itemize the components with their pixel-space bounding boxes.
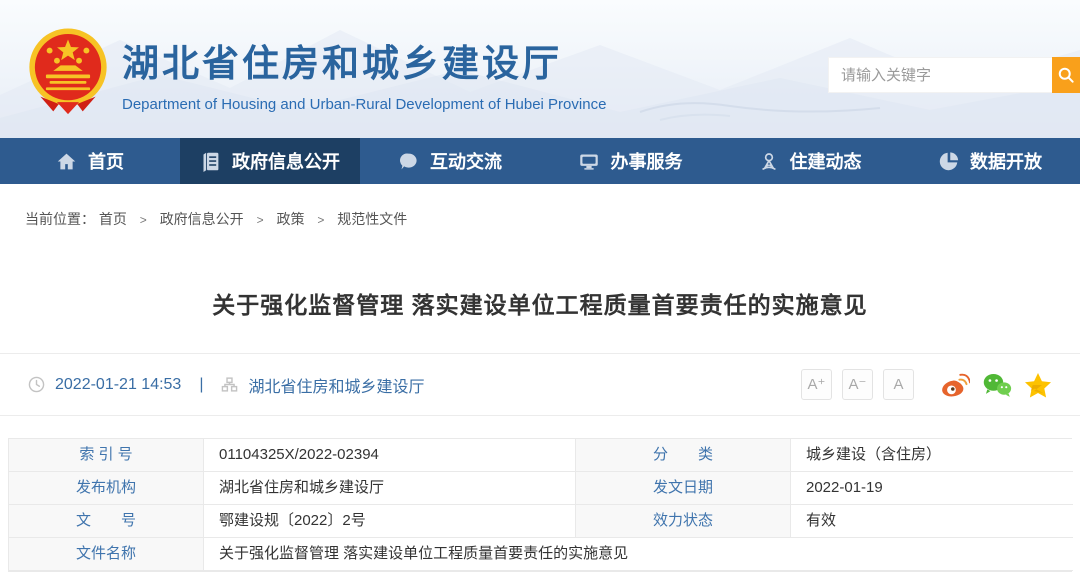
article-title: 关于强化监督管理 落实建设单位工程质量首要责任的实施意见 xyxy=(0,286,1080,320)
qzone-icon[interactable] xyxy=(1024,372,1052,398)
nav-item-label: 首页 xyxy=(88,148,124,174)
nav-item-interaction[interactable]: 互动交流 xyxy=(360,138,540,184)
field-label-index-number: 索 引 号 xyxy=(9,439,204,472)
field-label-doc-title: 文件名称 xyxy=(9,538,204,571)
field-label-category: 分 类 xyxy=(576,439,791,472)
nav-item-gov-info[interactable]: 政府信息公开 xyxy=(180,138,360,184)
pie-chart-icon xyxy=(938,151,959,172)
china-national-emblem xyxy=(22,23,114,115)
weibo-icon[interactable] xyxy=(940,372,970,398)
document-metadata-table: 索 引 号 01104325X/2022-02394 分 类 城乡建设（含住房）… xyxy=(8,438,1072,572)
nav-item-label: 互动交流 xyxy=(430,148,502,174)
field-label-validity-status: 效力状态 xyxy=(576,505,791,538)
nav-item-label: 数据开放 xyxy=(970,148,1042,174)
site-search xyxy=(828,57,1080,93)
breadcrumb-separator: > xyxy=(140,213,147,227)
field-value-doc-number: 鄂建设规〔2022〕2号 xyxy=(204,505,576,538)
site-header: 湖北省住房和城乡建设厅 Department of Housing and Ur… xyxy=(0,0,1080,138)
breadcrumb: 当前位置： 首页 > 政府信息公开 > 政策 > 规范性文件 xyxy=(0,184,1080,229)
main-nav: 首页 政府信息公开 互动交流 办事服务 住建动态 数据开放 xyxy=(0,138,1080,184)
nav-item-open-data[interactable]: 数据开放 xyxy=(900,138,1080,184)
monitor-icon xyxy=(578,151,600,172)
field-label-issuing-agency: 发布机构 xyxy=(9,472,204,505)
breadcrumb-item-gov-info[interactable]: 政府信息公开 xyxy=(160,211,244,227)
field-value-index-number: 01104325X/2022-02394 xyxy=(204,439,576,472)
field-value-doc-title: 关于强化监督管理 落实建设单位工程质量首要责任的实施意见 xyxy=(204,538,1073,571)
breadcrumb-item-normative-docs[interactable]: 规范性文件 xyxy=(337,211,407,227)
nav-item-label: 办事服务 xyxy=(611,148,683,174)
field-value-category: 城乡建设（含住房） xyxy=(791,439,1073,472)
field-value-issue-date: 2022-01-19 xyxy=(791,472,1073,505)
wechat-icon[interactable] xyxy=(982,372,1012,398)
breadcrumb-prefix: 当前位置： xyxy=(25,211,95,227)
home-icon xyxy=(56,151,77,172)
nav-item-news[interactable]: 住建动态 xyxy=(720,138,900,184)
breadcrumb-separator: > xyxy=(317,213,324,227)
breadcrumb-item-policy[interactable]: 政策 xyxy=(276,211,304,227)
font-decrease-button[interactable]: A⁻ xyxy=(842,369,873,400)
person-badge-icon xyxy=(759,151,779,172)
chat-bubble-icon xyxy=(398,151,419,172)
nav-item-label: 政府信息公开 xyxy=(232,148,340,174)
field-value-validity-status: 有效 xyxy=(791,505,1073,538)
font-increase-button[interactable]: A⁺ xyxy=(801,369,832,400)
meta-divider: | xyxy=(199,376,203,394)
publish-time: 2022-01-21 14:53 xyxy=(55,376,181,394)
breadcrumb-item-home[interactable]: 首页 xyxy=(99,211,127,227)
breadcrumb-separator: > xyxy=(257,213,264,227)
clock-icon xyxy=(28,376,45,393)
site-subtitle: Department of Housing and Urban-Rural De… xyxy=(122,96,606,113)
nav-item-services[interactable]: 办事服务 xyxy=(540,138,720,184)
field-label-issue-date: 发文日期 xyxy=(576,472,791,505)
field-value-issuing-agency: 湖北省住房和城乡建设厅 xyxy=(204,472,576,505)
font-reset-button[interactable]: A xyxy=(883,369,914,400)
article-source[interactable]: 湖北省住房和城乡建设厅 xyxy=(248,373,424,397)
search-button[interactable] xyxy=(1052,57,1080,93)
field-label-doc-number: 文 号 xyxy=(9,505,204,538)
nav-item-home[interactable]: 首页 xyxy=(0,138,180,184)
source-org-icon xyxy=(221,376,238,393)
article-meta-bar: 2022-01-21 14:53 | 湖北省住房和城乡建设厅 A⁺ A⁻ A xyxy=(0,353,1080,416)
search-input[interactable] xyxy=(828,57,1052,93)
nav-item-label: 住建动态 xyxy=(790,148,862,174)
document-icon xyxy=(200,151,221,172)
site-title: 湖北省住房和城乡建设厅 xyxy=(122,33,606,87)
search-icon xyxy=(1056,65,1076,85)
